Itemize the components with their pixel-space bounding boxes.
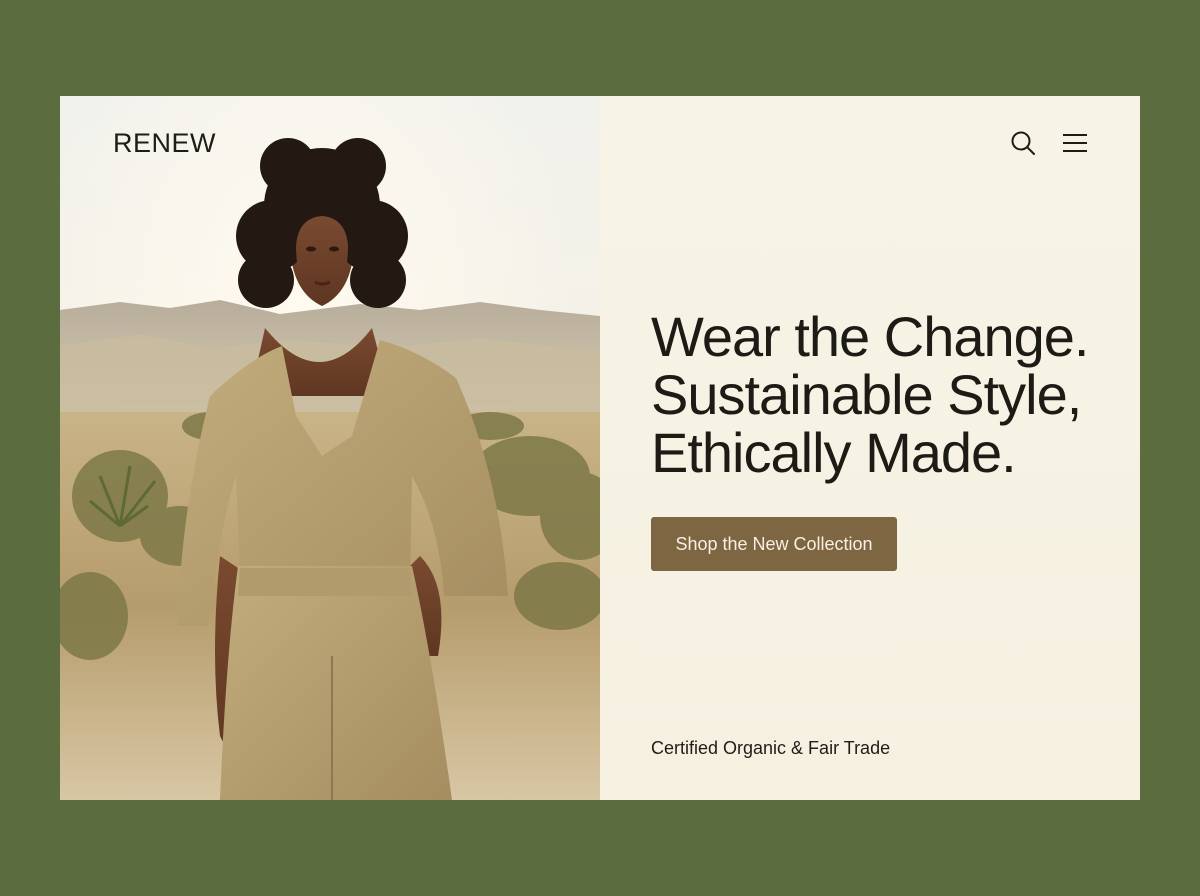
- search-icon[interactable]: [1010, 130, 1036, 156]
- brand-logo[interactable]: RENEW: [113, 128, 216, 159]
- hamburger-menu-icon[interactable]: [1062, 130, 1088, 156]
- headline-line: Ethically Made.: [651, 421, 1017, 484]
- hero-content-panel: Wear the Change. Sustainable Style, Ethi…: [600, 96, 1140, 800]
- hero-photo-panel: RENEW: [60, 96, 600, 800]
- hero-frame: RENEW Wear the Change. Sustainable Style…: [60, 96, 1140, 800]
- hero-headline: Wear the Change. Sustainable Style, Ethi…: [651, 308, 1111, 482]
- headline-line: Wear the Change.: [651, 305, 1089, 368]
- header-actions: [1010, 130, 1088, 156]
- headline-line: Sustainable Style,: [651, 363, 1082, 426]
- shop-collection-button[interactable]: Shop the New Collection: [651, 517, 897, 571]
- certification-note: Certified Organic & Fair Trade: [651, 738, 891, 758]
- hero-model-image: [60, 96, 600, 800]
